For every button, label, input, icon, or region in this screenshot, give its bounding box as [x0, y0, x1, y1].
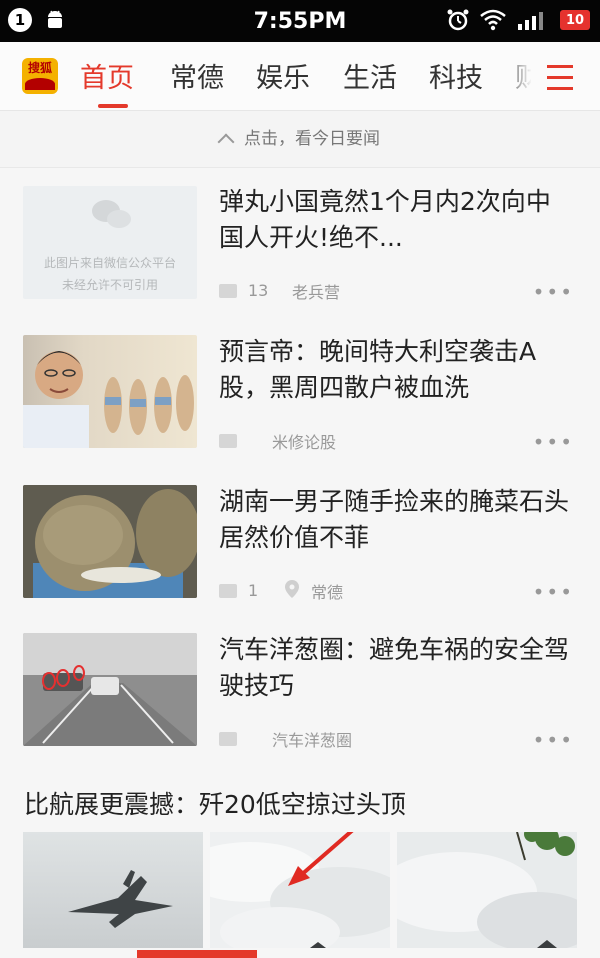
today-news-hint[interactable]: 点击，看今日要闻 [0, 111, 600, 168]
thumb-caption: 此图片来自微信公众平台 [43, 256, 176, 270]
news-thumbnail [23, 633, 197, 746]
more-options-icon[interactable]: ••• [533, 280, 574, 304]
more-options-icon[interactable]: ••• [533, 728, 574, 752]
news-source: 米修论股 [272, 433, 337, 452]
news-thumbnail: 此图片来自微信公众平台 未经允许不可引用 [23, 186, 197, 299]
tab-home[interactable]: 首页 [80, 56, 134, 95]
chevron-up-icon [217, 133, 235, 151]
news-title[interactable]: 弹丸小国竟然1个月内2次向中国人开火!绝不... [219, 184, 571, 256]
highlight-bar [137, 950, 257, 958]
alarm-icon [447, 9, 469, 31]
thumb-caption: 未经允许不可引用 [61, 278, 158, 292]
more-options-icon[interactable]: ••• [533, 580, 574, 604]
gallery-thumbnail[interactable] [210, 832, 390, 948]
menu-icon[interactable] [547, 65, 573, 98]
comment-count: 13 [248, 281, 269, 300]
hint-text: 点击，看今日要闻 [244, 129, 380, 149]
gallery-title[interactable]: 比航展更震撼：歼20低空掠过头顶 [24, 785, 406, 821]
news-thumbnail [23, 485, 197, 598]
signal-icon [518, 12, 543, 30]
news-location: 常德 [311, 583, 344, 602]
more-options-icon[interactable]: ••• [533, 430, 574, 454]
comment-count: 1 [248, 581, 259, 600]
gallery-thumbnail[interactable] [397, 832, 577, 948]
news-thumbnail [23, 335, 197, 448]
active-tab-indicator [98, 104, 128, 108]
gallery-thumbnail[interactable] [23, 832, 203, 948]
news-item[interactable]: 此图片来自微信公众平台 未经允许不可引用 弹丸小国竟然1个月内2次向中国人开火!… [0, 168, 600, 318]
tab-changde[interactable]: 常德 [170, 56, 224, 95]
news-item[interactable]: 湖南一男子随手捡来的腌菜石头 居然价值不菲 1 常德 ••• [0, 468, 600, 618]
logo-text: 搜狐 [27, 61, 52, 75]
comment-icon [219, 584, 237, 598]
news-source: 老兵营 [292, 283, 341, 302]
news-title[interactable]: 汽车洋葱圈：避免车祸的安全驾驶技巧 [219, 632, 571, 704]
location-pin-icon [285, 580, 299, 598]
tab-tech[interactable]: 科技 [429, 56, 483, 95]
battery-icon: 10 [560, 10, 590, 30]
news-title[interactable]: 湖南一男子随手捡来的腌菜石头 居然价值不菲 [219, 484, 571, 556]
news-item[interactable]: 汽车洋葱圈：避免车祸的安全驾驶技巧 汽车洋葱圈 ••• [0, 618, 600, 768]
tab-entertainment[interactable]: 娱乐 [256, 56, 310, 95]
news-item[interactable]: 预言帝：晚间特大利空袭击A股，黑周四散户被血洗 米修论股 ••• [0, 318, 600, 468]
sohu-logo[interactable]: 搜狐 [22, 58, 58, 94]
news-title[interactable]: 预言帝：晚间特大利空袭击A股，黑周四散户被血洗 [219, 334, 571, 406]
comment-icon [219, 434, 237, 448]
comment-icon [219, 284, 237, 298]
comment-icon [219, 732, 237, 746]
news-source: 汽车洋葱圈 [272, 731, 353, 750]
wifi-icon [480, 9, 506, 31]
status-bar: 1 7:55PM 10 [0, 0, 600, 42]
tab-life[interactable]: 生活 [343, 56, 397, 95]
channel-nav: 搜狐 首页 常德 娱乐 生活 科技 财 [0, 42, 600, 111]
